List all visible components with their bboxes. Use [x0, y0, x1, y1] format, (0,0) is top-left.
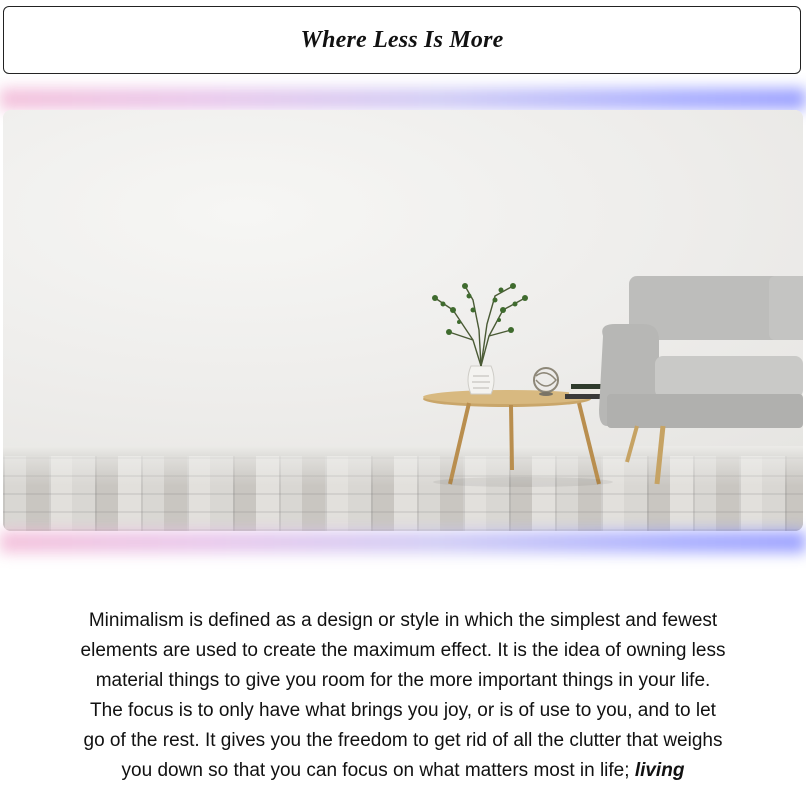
side-table — [423, 390, 601, 485]
page-title: Where Less Is More — [300, 26, 504, 53]
living-room-illustration — [423, 276, 803, 487]
description-paragraph: Minimalism is defined as a design or sty… — [80, 606, 726, 786]
vase-with-branches — [432, 283, 528, 395]
description-text: Minimalism is defined as a design or sty… — [80, 610, 726, 781]
hero-image — [3, 110, 803, 531]
gradient-glow-top — [0, 88, 806, 110]
grey-sofa — [599, 276, 803, 485]
title-banner: Where Less Is More — [3, 6, 801, 74]
gradient-glow-bottom — [0, 531, 806, 553]
emphasis-word: living — [634, 760, 685, 781]
